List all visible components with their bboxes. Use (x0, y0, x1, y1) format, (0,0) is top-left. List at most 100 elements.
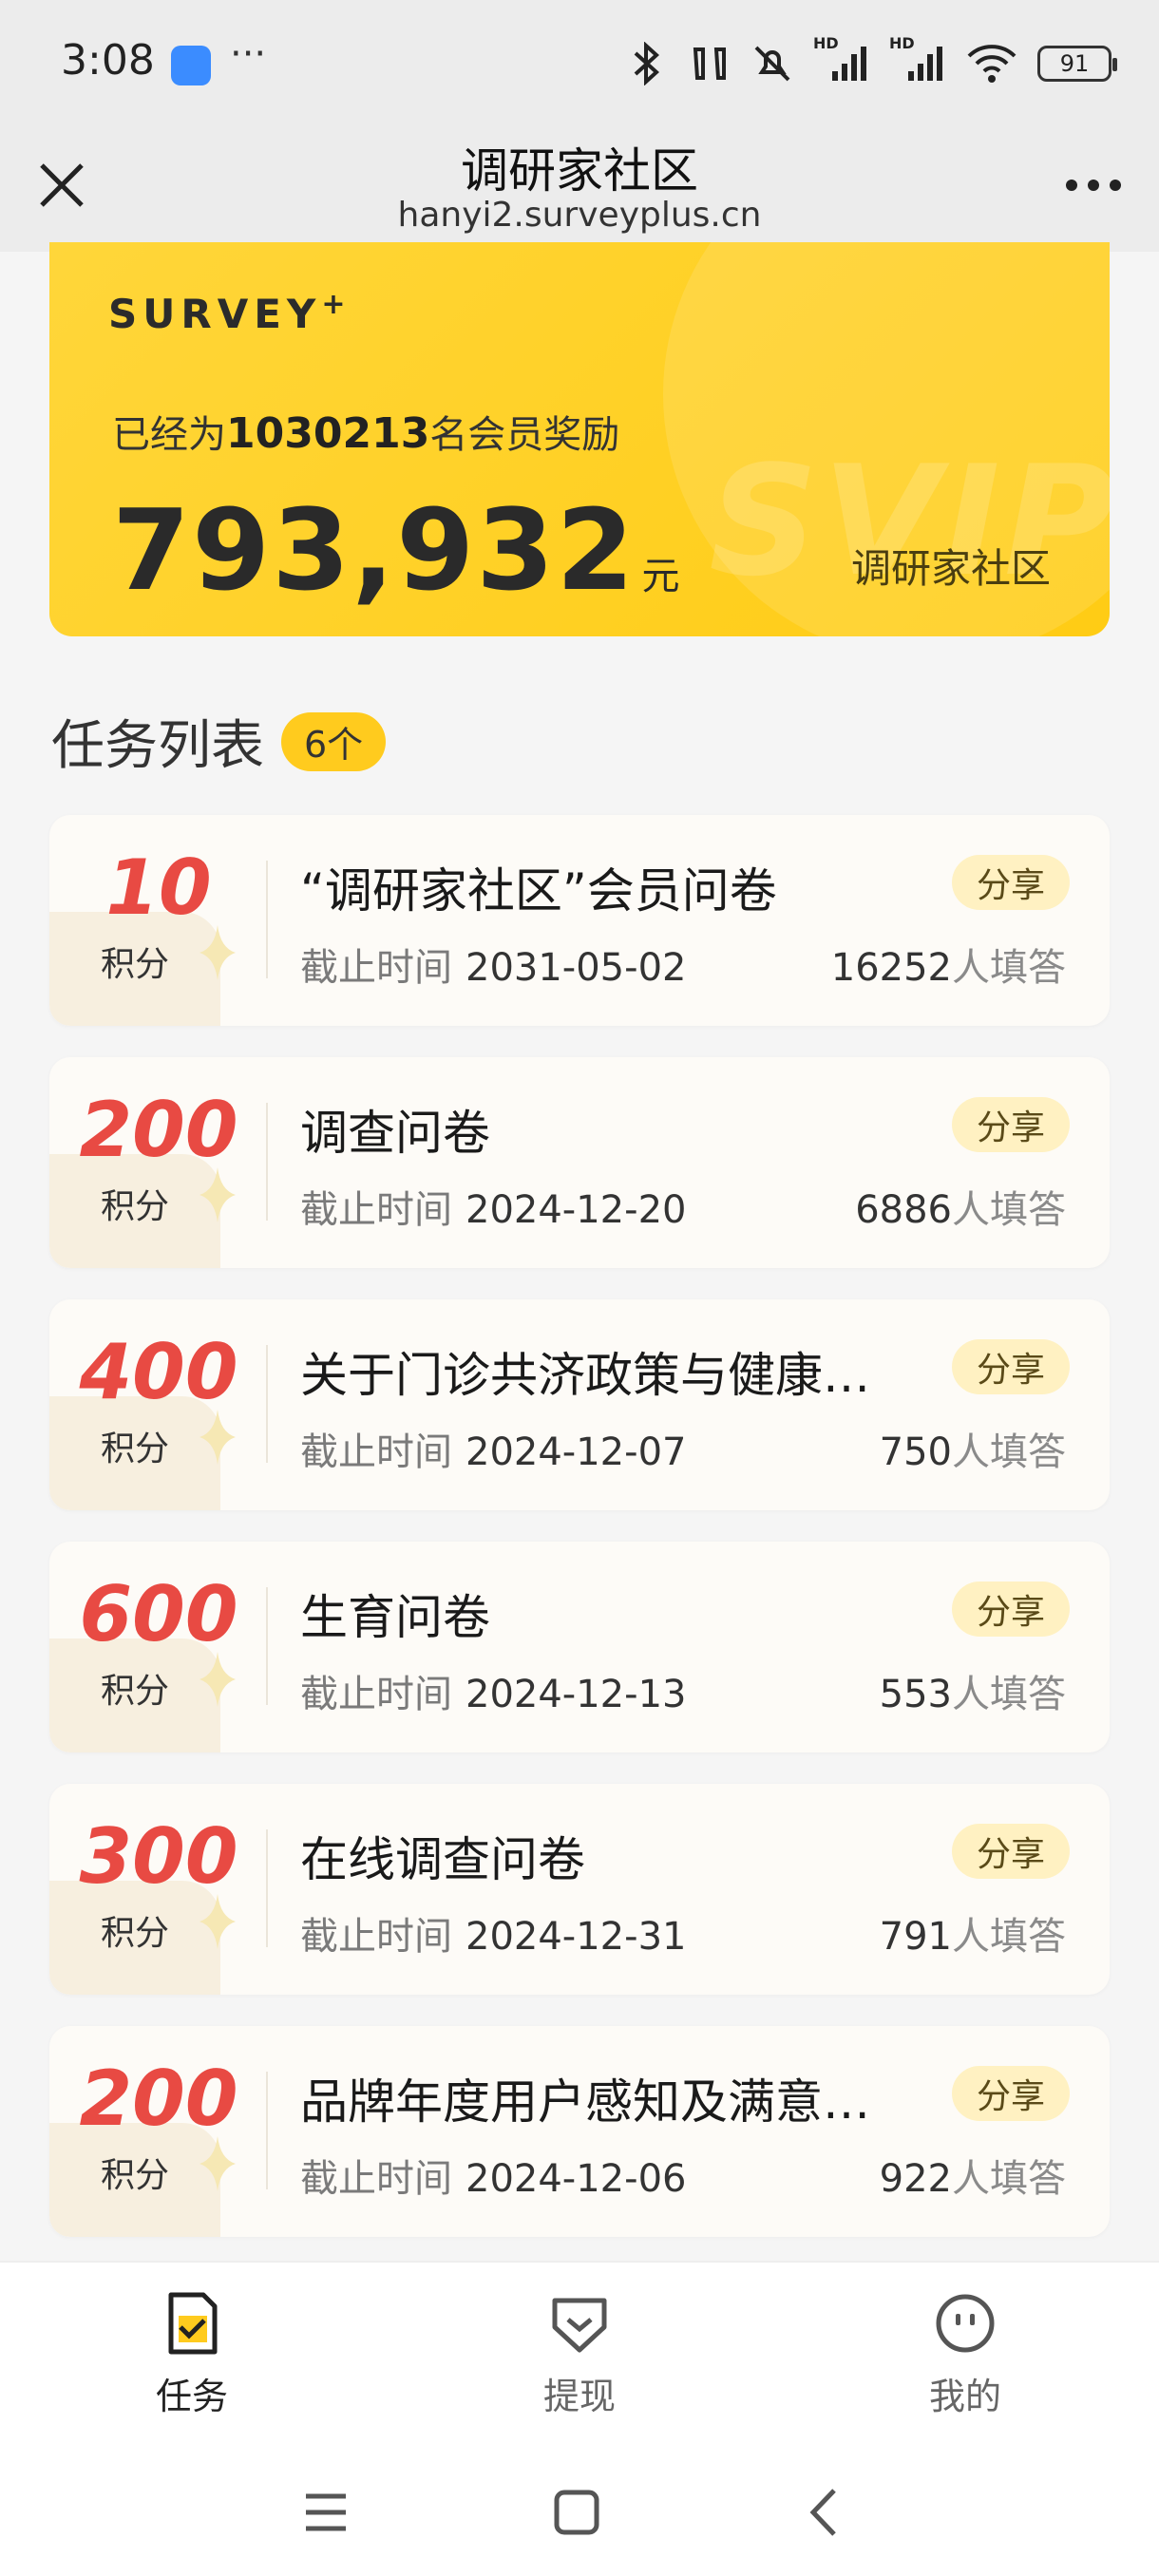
card-divider (266, 861, 268, 978)
share-button[interactable]: 分享 (951, 1582, 1070, 1637)
task-title: “调研家社区”会员问卷 (300, 863, 777, 919)
deadline-label: 截止时间 (300, 1673, 452, 1716)
task-count-badge: 6个 (281, 711, 387, 771)
member-count: 1030213 (226, 409, 430, 458)
task-title: 品牌年度用户感知及满意… (300, 2074, 870, 2130)
respondents-count: 16252 (830, 946, 952, 990)
battery-indicator: 91 (1037, 46, 1117, 82)
task-card[interactable]: 300 积分 在线调查问卷 分享 截止时间 2024-12-31 791人填答 (49, 1784, 1110, 1995)
tab-withdraw-label: 提现 (542, 2376, 616, 2417)
task-list-header: 任务列表 6个 (51, 703, 387, 780)
share-button[interactable]: 分享 (951, 1824, 1070, 1879)
status-time: 3:08 (61, 36, 155, 85)
page-url: hanyi2.surveyplus.cn (397, 196, 762, 235)
nav-back-button[interactable] (792, 2479, 859, 2546)
tab-me-label: 我的 (928, 2376, 1001, 2417)
back-chevron-icon (809, 2489, 836, 2536)
page-title: 调研家社区 (461, 143, 698, 199)
share-button[interactable]: 分享 (951, 1339, 1070, 1394)
sparkle-icon (200, 1652, 236, 1707)
task-respondents: 791人填答 (880, 1905, 1066, 1960)
hd-label-1: HD (813, 34, 839, 52)
task-deadline: 截止时间 2024-12-06 (300, 2148, 686, 2203)
task-deadline: 截止时间 2024-12-20 (300, 1179, 686, 1234)
wifi-icon (965, 42, 1018, 85)
task-deadline: 截止时间 2024-12-31 (300, 1905, 686, 1960)
reward-amount: 793,932 元 (112, 484, 681, 616)
signal-icon-2: HD (889, 34, 946, 85)
respondents-suffix: 人填答 (952, 1673, 1066, 1716)
tab-me[interactable]: 我的 (870, 2289, 1060, 2419)
task-card[interactable]: 600 积分 生育问卷 分享 截止时间 2024-12-13 553人填答 (49, 1542, 1110, 1752)
deadline-date: 2031-05-02 (466, 946, 687, 990)
title-bar: 调研家社区 hanyi2.surveyplus.cn (0, 133, 1159, 252)
task-respondents: 922人填答 (880, 2148, 1066, 2203)
task-respondents: 16252人填答 (831, 937, 1066, 992)
stats-prefix: 已经为 (112, 413, 226, 457)
card-divider (266, 2072, 268, 2189)
sparkle-icon (200, 1894, 236, 1949)
banner-stats: 已经为1030213名会员奖励 (112, 404, 619, 459)
task-title: 关于门诊共济政策与健康… (300, 1348, 870, 1403)
sparkle-icon (200, 2136, 236, 2191)
more-dots-icon (1066, 180, 1121, 191)
system-nav-bar (0, 2451, 1159, 2576)
deadline-date: 2024-12-20 (466, 1188, 687, 1232)
more-menu-button[interactable] (1060, 161, 1127, 209)
deadline-label: 截止时间 (300, 1430, 452, 1474)
tab-tasks[interactable]: 任务 (97, 2289, 287, 2419)
task-deadline: 截止时间 2024-12-07 (300, 1421, 686, 1476)
task-respondents: 750人填答 (880, 1421, 1066, 1476)
bluetooth-icon (625, 42, 669, 85)
respondents-count: 922 (879, 2157, 952, 2201)
survey-logo: SURVEY+ (108, 288, 351, 337)
respondents-suffix: 人填答 (952, 946, 1066, 990)
card-divider (266, 1829, 268, 1947)
respondents-suffix: 人填答 (952, 1188, 1066, 1232)
status-bar: 3:08 ··· HD HD 91 (0, 0, 1159, 133)
deadline-label: 截止时间 (300, 946, 452, 990)
share-button[interactable]: 分享 (951, 855, 1070, 910)
reward-amount-value: 793,932 (112, 484, 636, 616)
tab-tasks-label: 任务 (155, 2376, 228, 2417)
deadline-label: 截止时间 (300, 2157, 452, 2201)
respondents-suffix: 人填答 (952, 1915, 1066, 1959)
mute-icon (750, 42, 794, 85)
respondents-count: 791 (879, 1915, 952, 1959)
hamburger-icon (306, 2493, 346, 2531)
card-divider (266, 1103, 268, 1221)
reward-amount-unit: 元 (641, 555, 682, 598)
survey-logo-text: SURVEY (108, 291, 322, 337)
task-card[interactable]: 200 积分 品牌年度用户感知及满意… 分享 截止时间 2024-12-06 922人填答 (49, 2026, 1110, 2237)
task-card[interactable]: 200 积分 调查问卷 分享 截止时间 2024-12-20 6886人填答 (49, 1057, 1110, 1268)
share-button[interactable]: 分享 (951, 1097, 1070, 1152)
withdraw-pocket-icon (552, 2298, 607, 2353)
bottom-tab-bar: 任务 提现 我的 (0, 2261, 1159, 2451)
nav-home-button[interactable] (543, 2479, 610, 2546)
task-card[interactable]: 400 积分 关于门诊共济政策与健康… 分享 截止时间 2024-12-07 750人填答 (49, 1299, 1110, 1510)
task-list-title: 任务列表 (51, 715, 264, 777)
task-title: 调查问卷 (300, 1106, 490, 1161)
app-notification-icon (171, 46, 211, 85)
home-square-icon (554, 2490, 599, 2535)
deadline-date: 2024-12-07 (466, 1430, 687, 1474)
task-document-icon (168, 2292, 218, 2355)
deadline-label: 截止时间 (300, 1188, 452, 1232)
share-button[interactable]: 分享 (951, 2066, 1070, 2121)
reward-banner: SVIP SURVEY+ 已经为1030213名会员奖励 793,932 元 调研… (49, 242, 1110, 636)
deadline-date: 2024-12-06 (466, 2157, 687, 2201)
task-card[interactable]: 10 积分 “调研家社区”会员问卷 分享 截止时间 2031-05-02 16252人填答 (49, 815, 1110, 1026)
card-divider (266, 1345, 268, 1463)
signal-icon-1: HD (813, 34, 870, 85)
tab-withdraw[interactable]: 提现 (484, 2289, 674, 2419)
respondents-suffix: 人填答 (952, 2157, 1066, 2201)
task-respondents: 6886人填答 (855, 1179, 1066, 1234)
sparkle-icon (200, 1167, 236, 1222)
nav-menu-button[interactable] (293, 2479, 359, 2546)
earbuds-icon (688, 42, 732, 85)
hd-label-2: HD (889, 34, 915, 52)
deadline-date: 2024-12-13 (466, 1673, 687, 1716)
profile-face-icon (936, 2294, 995, 2353)
banner-community-name: 调研家社区 (850, 545, 1051, 592)
task-title: 在线调查问卷 (300, 1832, 585, 1887)
